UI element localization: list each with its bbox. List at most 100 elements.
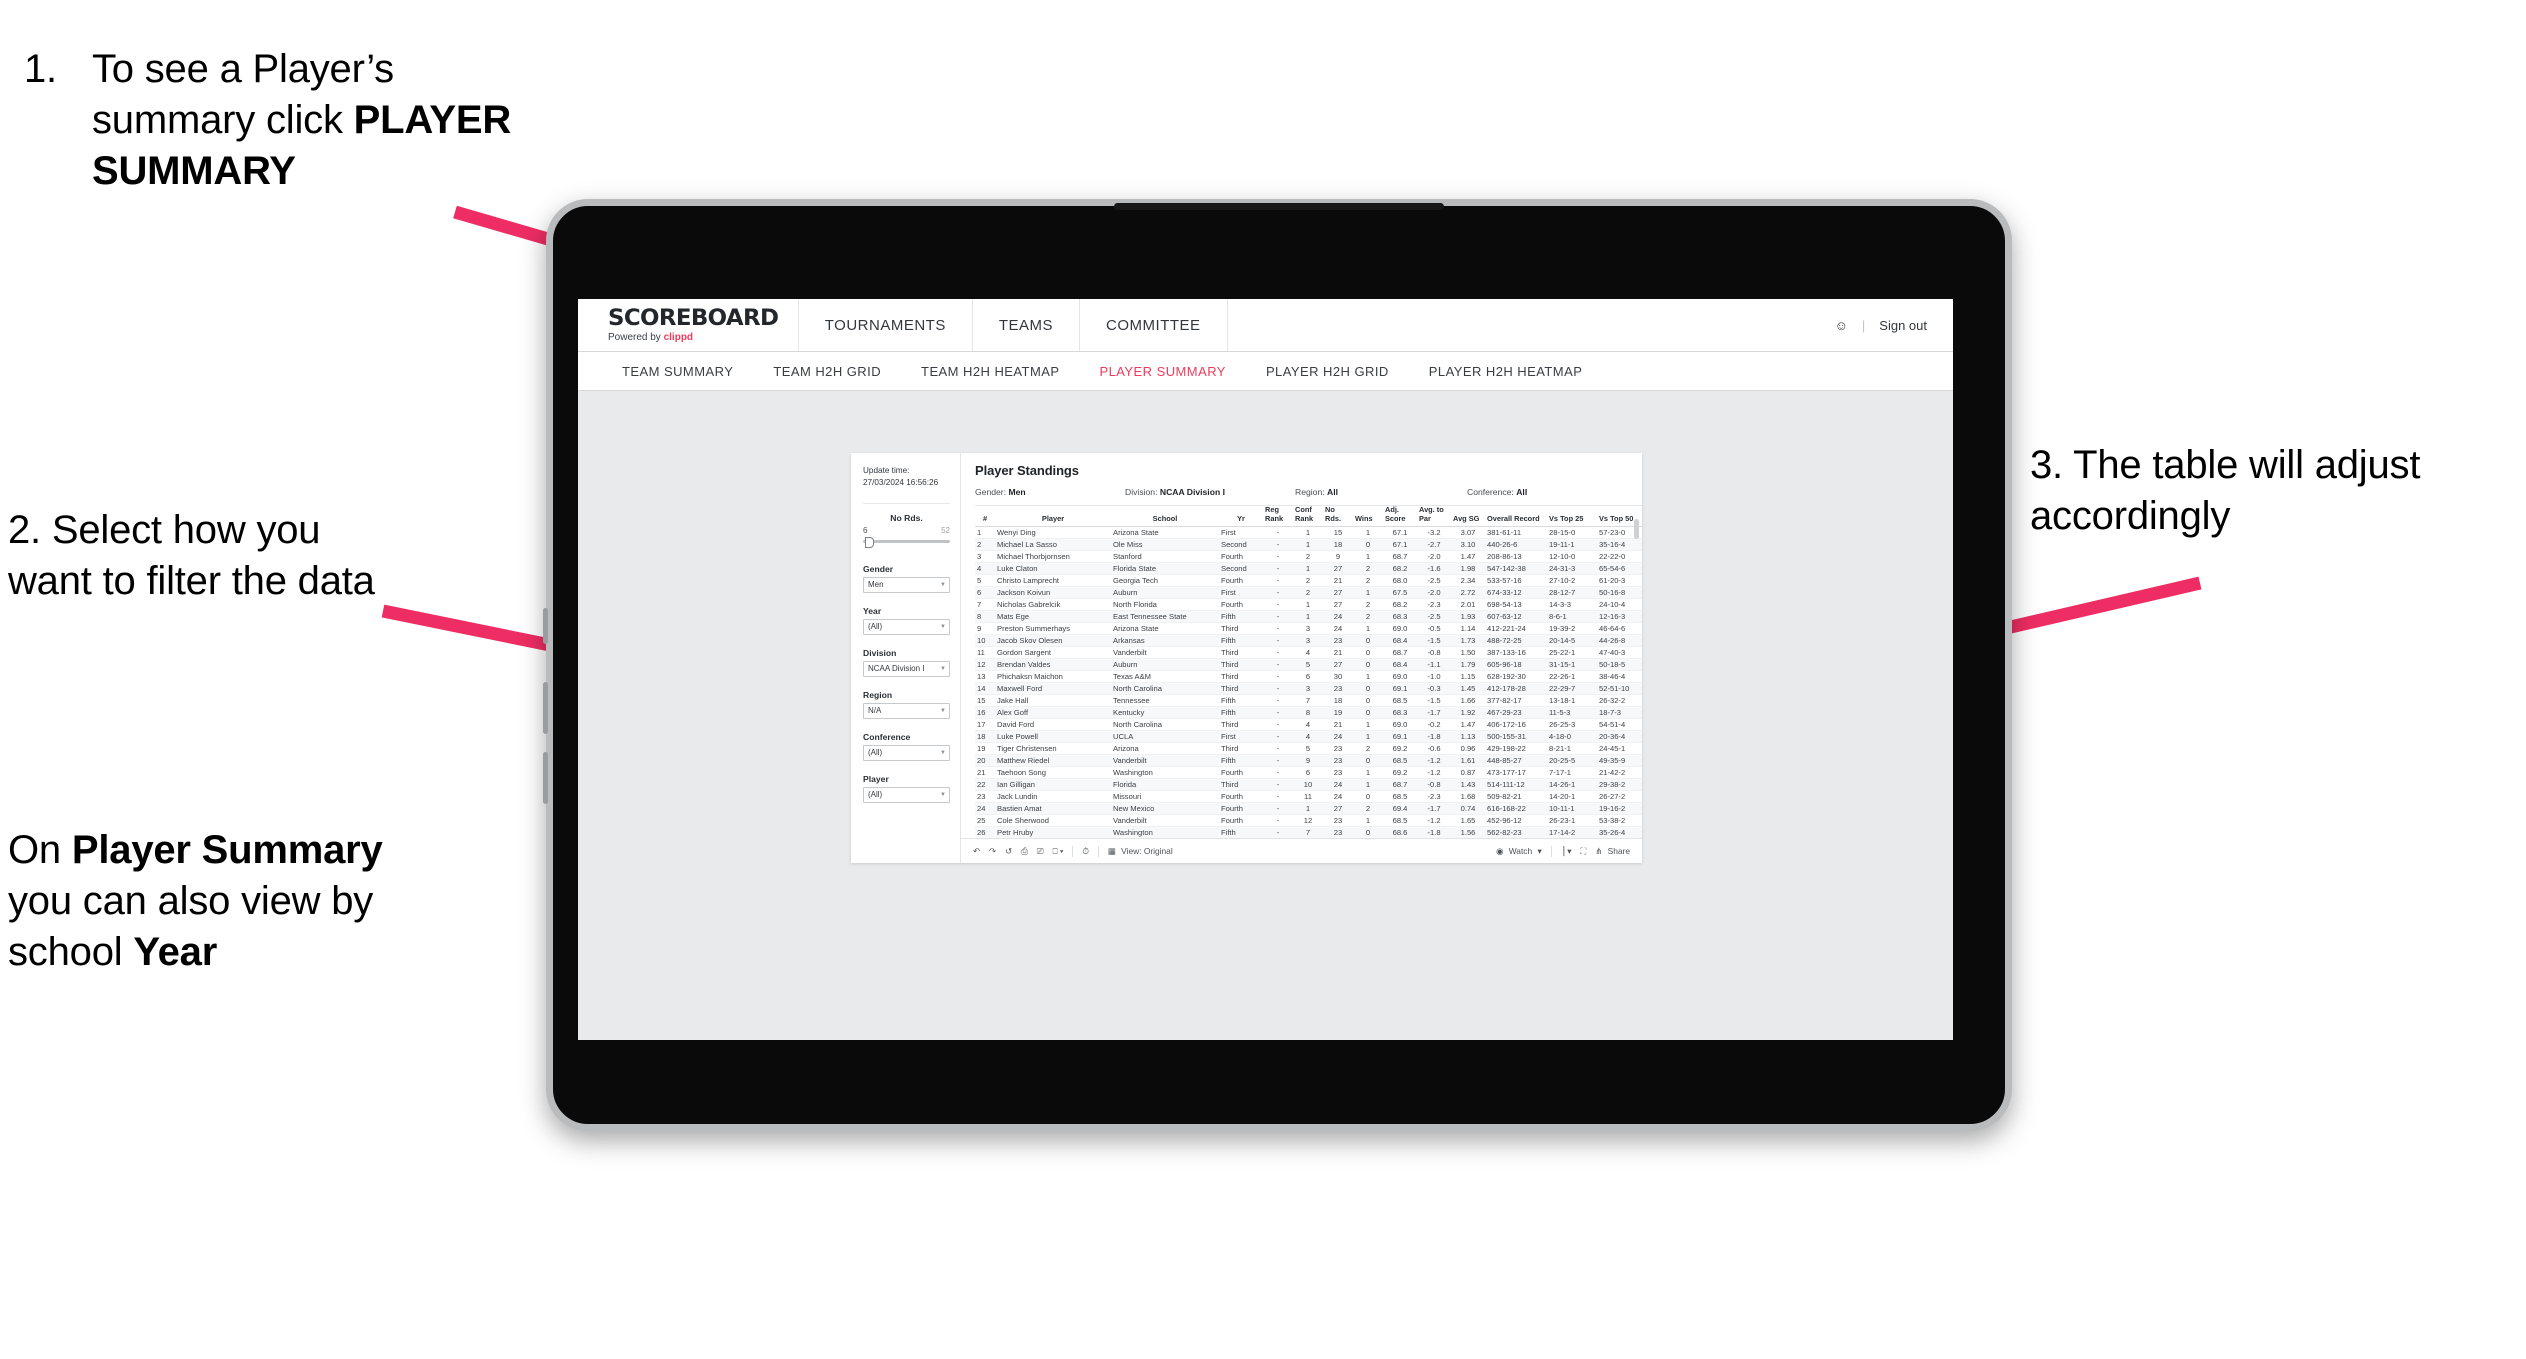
table-row[interactable]: 3 Michael Thorbjornsen Stanford Fourth -2 9 1 6… xyxy=(975,550,1642,564)
table-row[interactable]: 22 Ian Gilligan Florida Third -10 24 1 68.7 -0.8… xyxy=(975,778,1642,792)
redo-icon[interactable]: ↷ xyxy=(989,846,996,856)
custom-view-icon[interactable]: ⎕ ▾ xyxy=(1053,846,1064,857)
filter-player-select[interactable]: (All) ▼ xyxy=(863,786,950,803)
top-nav-teams[interactable]: TEAMS xyxy=(973,299,1081,351)
refresh-icon[interactable]: ⎙ xyxy=(1021,846,1028,857)
filter-division-value: NCAA Division I xyxy=(868,664,925,674)
table-row[interactable]: 24 Bastien Amat New Mexico Fourth -1 27 2 69.4-… xyxy=(975,802,1642,816)
table-row[interactable]: 15 Jake Hall Tennessee Fifth -7 18 0 68.5 -1.5 1.… xyxy=(975,694,1642,708)
col-avg-to-par[interactable]: Avg. to Par xyxy=(1417,505,1451,528)
cell-no-rds: 27 xyxy=(1323,562,1353,576)
col-adj-score[interactable]: Adj. Score xyxy=(1383,505,1417,528)
watch-button[interactable]: ◉ Watch ▾ xyxy=(1496,846,1542,856)
cell-overall-record: 514-111-12 xyxy=(1485,778,1547,792)
col-vs-top-25[interactable]: Vs Top 25 xyxy=(1547,505,1597,528)
filter-year[interactable]: Year (All) ▼ xyxy=(863,606,950,635)
filter-player[interactable]: Player (All) ▼ xyxy=(863,774,950,803)
table-row[interactable]: 17 David Ford North Carolina Third -4 21 1 69.0… xyxy=(975,718,1642,732)
cell-reg-rank: - xyxy=(1263,802,1293,816)
user-icon[interactable]: ☺ xyxy=(1835,318,1848,333)
table-row[interactable]: 6 Jackson Koivun Auburn First -2 27 1 67.5 -2.0 2… xyxy=(975,586,1642,600)
filter-division-select[interactable]: NCAA Division I ▼ xyxy=(863,660,950,677)
callout-step-2-note: On Player Summary you can also view by s… xyxy=(8,825,408,979)
col-conf-rank[interactable]: Conf Rank xyxy=(1293,505,1323,528)
standings-table-wrap[interactable]: # Player School Yr Reg Rank Conf Rank No… xyxy=(961,505,1642,838)
cell-school: Auburn xyxy=(1111,586,1219,600)
table-row[interactable]: 2 Michael La Sasso Ole Miss Second -1 18 0 67.1… xyxy=(975,538,1642,552)
cell-wins: 0 xyxy=(1353,694,1383,708)
table-row[interactable]: 7 Nicholas Gabrelcik North Florida Fourth -1… xyxy=(975,598,1642,612)
filter-division[interactable]: Division NCAA Division I ▼ xyxy=(863,648,950,677)
pause-icon[interactable]: ⎚ xyxy=(1037,846,1044,857)
alert-icon[interactable]: ⏱ xyxy=(1082,846,1089,857)
view-original-button[interactable]: ▦ View: Original xyxy=(1108,846,1173,856)
top-nav-committee[interactable]: COMMITTEE xyxy=(1080,299,1228,351)
filter-gender[interactable]: Gender Men ▼ xyxy=(863,564,950,593)
top-nav-tournaments[interactable]: TOURNAMENTS xyxy=(799,299,973,351)
cell-conf-rank: 2 xyxy=(1293,586,1323,600)
table-row[interactable]: 11 Gordon Sargent Vanderbilt Third -4 21 0 68.7… xyxy=(975,646,1642,660)
table-row[interactable]: 18 Luke Powell UCLA First -4 24 1 69.1 -1.8 1.13 5… xyxy=(975,730,1642,744)
tab-player-h2h-heatmap[interactable]: PLAYER H2H HEATMAP xyxy=(1409,352,1603,390)
table-row[interactable]: 5 Christo Lamprecht Georgia Tech Fourth -2 21… xyxy=(975,574,1642,588)
table-row[interactable]: 9 Preston Summerhays Arizona State Third -3 2… xyxy=(975,622,1642,636)
filter-region[interactable]: Region N/A ▼ xyxy=(863,690,950,719)
cell-player: Phichaksn Maichon xyxy=(995,670,1111,684)
table-row[interactable]: 19 Tiger Christensen Arizona Third -5 23 2 69.2… xyxy=(975,742,1642,756)
table-row[interactable]: 21 Taehoon Song Washington Fourth -6 23 1 69.2-… xyxy=(975,766,1642,780)
filter-gender-select[interactable]: Men ▼ xyxy=(863,576,950,593)
cell-: 22 xyxy=(975,778,995,792)
undo-icon[interactable]: ↶ xyxy=(973,846,980,856)
table-scrollbar[interactable] xyxy=(1634,519,1639,539)
tab-team-h2h-grid[interactable]: TEAM H2H GRID xyxy=(753,352,901,390)
viz-title: Player Standings xyxy=(975,463,1079,478)
filter-conference[interactable]: Conference (All) ▼ xyxy=(863,732,950,761)
tab-team-h2h-heatmap[interactable]: TEAM H2H HEATMAP xyxy=(901,352,1079,390)
col-no-rds[interactable]: No Rds. xyxy=(1323,505,1353,528)
cell-player: David Ford xyxy=(995,718,1111,732)
table-row[interactable]: 8 Mats Ege East Tennessee State Fifth -1 24 2 6… xyxy=(975,610,1642,624)
table-row[interactable]: 23 Jack Lundin Missouri Fourth -11 24 0 68.5 -2.… xyxy=(975,790,1642,804)
col-school[interactable]: School xyxy=(1111,505,1219,528)
table-row[interactable]: 25 Cole Sherwood Vanderbilt Fourth -12 23 1 68.… xyxy=(975,814,1642,828)
col-rank[interactable]: # xyxy=(975,505,995,528)
filter-conference-select[interactable]: (All) ▼ xyxy=(863,744,950,761)
cell-player: Jackson Koivun xyxy=(995,586,1111,600)
table-row[interactable]: 1 Wenyi Ding Arizona State First -1 15 1 67.1 -3… xyxy=(975,526,1642,540)
revert-icon[interactable]: ↺ xyxy=(1005,846,1012,856)
filter-region-select[interactable]: N/A ▼ xyxy=(863,702,950,719)
cell-adj-score: 69.4 xyxy=(1383,802,1417,816)
table-row[interactable]: 20 Matthew Riedel Vanderbilt Fifth -9 23 0 68.5… xyxy=(975,754,1642,768)
app-logo[interactable]: SCOREBOARD Powered by clippd xyxy=(578,299,799,351)
col-year[interactable]: Yr xyxy=(1219,505,1263,528)
slider-handle[interactable] xyxy=(865,536,874,548)
table-row[interactable]: 26 Petr Hruby Washington Fifth -7 23 0 68.6 -1.8… xyxy=(975,826,1642,838)
col-avg-sg[interactable]: Avg SG xyxy=(1451,505,1485,528)
col-overall-record[interactable]: Overall Record xyxy=(1485,505,1547,528)
cell-conf-rank: 1 xyxy=(1293,562,1323,576)
cell-adj-score: 68.3 xyxy=(1383,706,1417,720)
table-row[interactable]: 12 Brendan Valdes Auburn Third -5 27 0 68.4 -1.1… xyxy=(975,658,1642,672)
table-row[interactable]: 16 Alex Goff Kentucky Fifth -8 19 0 68.3 -1.7 1.9… xyxy=(975,706,1642,720)
cell-overall-record: 674-33-12 xyxy=(1485,586,1547,600)
col-wins[interactable]: Wins xyxy=(1353,505,1383,528)
filter-year-select[interactable]: (All) ▼ xyxy=(863,618,950,635)
col-player[interactable]: Player xyxy=(995,505,1111,528)
cell-: 15 xyxy=(975,694,995,708)
tab-team-summary[interactable]: TEAM SUMMARY xyxy=(602,352,753,390)
tab-player-summary[interactable]: PLAYER SUMMARY xyxy=(1079,352,1245,390)
sign-out-link[interactable]: Sign out xyxy=(1879,318,1927,333)
slider-track[interactable] xyxy=(863,536,950,548)
tab-player-h2h-grid[interactable]: PLAYER H2H GRID xyxy=(1246,352,1409,390)
table-row[interactable]: 13 Phichaksn Maichon Texas A&M Third -6 30 1 69… xyxy=(975,670,1642,684)
fullscreen-icon[interactable]: ⛶ xyxy=(1580,846,1586,857)
filter-no-rounds[interactable]: No Rds. 6 52 xyxy=(863,513,950,548)
cell-: 8 xyxy=(975,610,995,624)
table-row[interactable]: 14 Maxwell Ford North Carolina Third -3 23 0 69… xyxy=(975,682,1642,696)
download-icon[interactable]: ⎟ ▾ xyxy=(1561,846,1572,856)
table-row[interactable]: 10 Jacob Skov Olesen Arkansas Fifth -3 23 0 68.… xyxy=(975,634,1642,648)
table-row[interactable]: 4 Luke Claton Florida State Second -1 27 2 68.2… xyxy=(975,562,1642,576)
share-button[interactable]: ⋔ Share xyxy=(1595,846,1630,856)
cell-reg-rank: - xyxy=(1263,634,1293,648)
col-reg-rank[interactable]: Reg Rank xyxy=(1263,505,1293,528)
